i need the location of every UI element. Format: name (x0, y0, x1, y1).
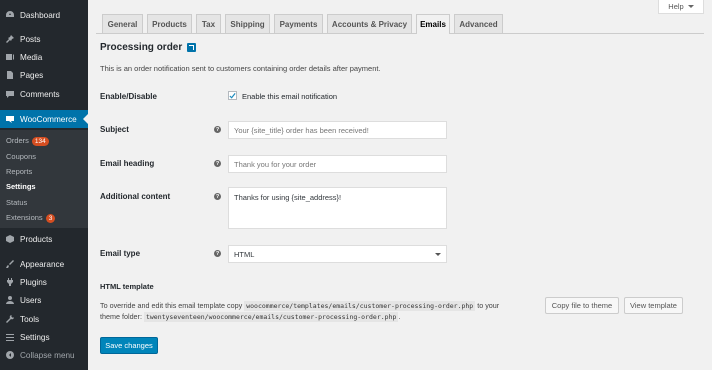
enable-disable-label: Enable/Disable (100, 92, 157, 101)
current-menu-arrow (83, 114, 88, 124)
help-tip-icon[interactable]: ? (214, 193, 221, 200)
submenu-item-reports[interactable]: Reports (6, 165, 32, 179)
email-heading-label: Email heading (100, 159, 155, 168)
sidebar-item-users[interactable]: Users (0, 291, 88, 309)
copy-file-to-theme-button[interactable]: Copy file to theme (545, 297, 619, 314)
checkmark-icon (229, 92, 236, 99)
page-icon (5, 70, 15, 80)
submenu-item-coupons[interactable]: Coupons (6, 150, 36, 164)
template-instructions-line2: theme folder: twentyseventeen/woocommerc… (100, 312, 401, 322)
additional-content-label: Additional content (100, 192, 171, 201)
brush-icon (5, 259, 15, 269)
subject-label: Subject (100, 125, 129, 134)
users-icon (5, 295, 15, 305)
submenu-item-status[interactable]: Status (6, 196, 27, 210)
section-title: Processing order (100, 42, 197, 53)
plugin-icon (5, 277, 15, 287)
woocommerce-icon (5, 114, 15, 124)
help-tab-button[interactable]: Help (658, 0, 704, 14)
additional-content-textarea[interactable]: Thanks for using {site_address}! (228, 187, 447, 229)
sidebar-item-appearance[interactable]: Appearance (0, 255, 88, 273)
sidebar-item-tools[interactable]: Tools (0, 310, 88, 328)
collapse-menu-button[interactable]: Collapse menu (0, 346, 88, 364)
tab-products[interactable]: Products (147, 14, 192, 33)
dashboard-icon (5, 10, 15, 20)
tab-emails[interactable]: Emails (416, 14, 450, 34)
email-type-select[interactable]: HTML (228, 245, 447, 263)
tabs-divider (96, 33, 704, 34)
theme-template-path: twentyseventeen/woocommerce/emails/custo… (143, 312, 399, 322)
woocommerce-submenu: Orders 134 Coupons Reports Settings Stat… (0, 130, 88, 228)
up-arrow-link-icon[interactable] (187, 43, 197, 52)
dropdown-arrow-icon (435, 252, 441, 256)
wrench-icon (5, 314, 15, 324)
email-type-label: Email type (100, 249, 141, 258)
tab-tax[interactable]: Tax (196, 14, 221, 33)
pin-icon (5, 34, 15, 44)
sidebar-item-woocommerce[interactable]: WooCommerce (0, 110, 88, 128)
sidebar-item-posts[interactable]: Posts (0, 30, 88, 48)
sidebar-item-plugins[interactable]: Plugins (0, 273, 88, 291)
sidebar-item-comments[interactable]: Comments (0, 85, 88, 103)
sidebar-item-pages[interactable]: Pages (0, 66, 88, 84)
tab-payments[interactable]: Payments (274, 14, 323, 33)
caret-down-icon (687, 5, 694, 8)
submenu-item-extensions[interactable]: Extensions 3 (6, 211, 56, 225)
sidebar-item-media[interactable]: Media (0, 48, 88, 66)
sidebar-item-settings[interactable]: Settings (0, 328, 88, 346)
enable-email-checkbox[interactable] (228, 91, 237, 100)
sidebar-item-dashboard[interactable]: Dashboard (0, 6, 88, 24)
media-icon (5, 52, 15, 62)
email-heading-input[interactable]: Thank you for your order (228, 155, 447, 173)
comment-icon (5, 89, 15, 99)
collapse-icon (5, 350, 15, 360)
help-tip-icon[interactable]: ? (214, 160, 221, 167)
submenu-item-settings[interactable]: Settings (6, 180, 36, 194)
subject-input[interactable]: Your {site_title} order has been receive… (228, 121, 447, 139)
html-template-heading: HTML template (100, 282, 154, 291)
orders-count-badge: 134 (31, 136, 49, 146)
help-tip-icon[interactable]: ? (214, 126, 221, 133)
products-icon (5, 234, 15, 244)
section-description: This is an order notification sent to cu… (100, 64, 381, 73)
tab-general[interactable]: General (102, 14, 143, 33)
admin-sidebar: Dashboard Posts Media Pages Comments Woo… (0, 0, 88, 370)
submenu-item-orders[interactable]: Orders 134 (6, 134, 49, 148)
extensions-count-badge: 3 (45, 213, 56, 223)
settings-icon (5, 332, 15, 342)
save-changes-button[interactable]: Save changes (100, 337, 158, 354)
view-template-button[interactable]: View template (624, 297, 683, 314)
tab-shipping[interactable]: Shipping (225, 14, 270, 33)
help-tip-icon[interactable]: ? (214, 250, 221, 257)
plugin-template-path: woocommerce/templates/emails/customer-pr… (244, 301, 476, 311)
tab-accounts-privacy[interactable]: Accounts & Privacy (327, 14, 412, 33)
tab-advanced[interactable]: Advanced (454, 14, 503, 33)
sidebar-item-products[interactable]: Products (0, 230, 88, 248)
enable-checkbox-label[interactable]: Enable this email notification (242, 92, 337, 101)
template-instructions-line1: To override and edit this email template… (100, 301, 500, 311)
